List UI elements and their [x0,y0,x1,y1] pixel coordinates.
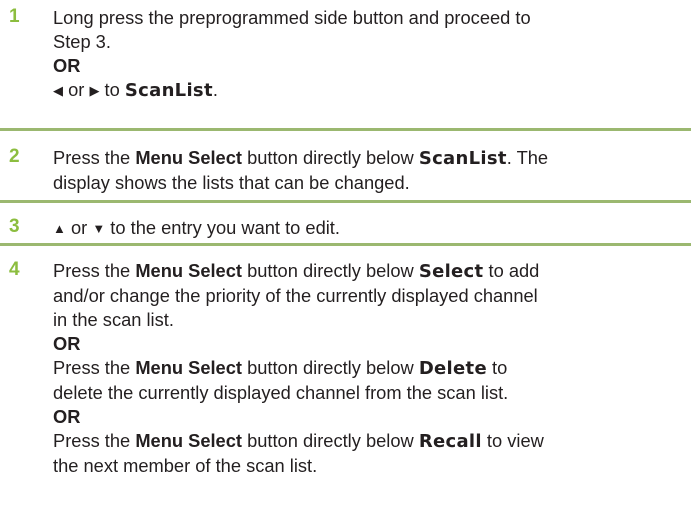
menu-select-label: Menu Select [135,357,242,378]
text: to view [481,430,544,451]
text-line: and/or change the priority of the curren… [53,285,538,306]
text: Press the [53,260,136,281]
step-text: Press the Menu Select button directly be… [53,146,683,195]
text-line: Press the Menu Select button directly be… [53,146,683,171]
text-line: delete the currently displayed channel f… [53,382,509,403]
text: Press the [53,147,136,168]
step-number: 4 [9,259,20,280]
step-text: ▲ or ▼ to the entry you want to edit. [53,216,683,241]
text: Press the [53,357,136,378]
text-line: Step 3. [53,31,111,52]
nav-line: ◀ or ▶ to ScanList. [53,78,683,103]
triangle-right-icon: ▶ [89,83,100,98]
to-word: to [104,79,120,100]
text: to the entry you want to edit. [110,217,340,238]
display-text: Select [418,261,484,282]
display-text: Delete [418,358,487,379]
text: button directly below [241,147,419,168]
divider [0,200,691,203]
text: button directly below [241,430,419,451]
text-line: display shows the lists that can be chan… [53,172,410,193]
text-line: Long press the preprogrammed side button… [53,7,531,28]
text-line: Press the Menu Select button directly be… [53,356,683,381]
text-line: the next member of the scan list. [53,455,318,476]
display-text: ScanList [418,148,507,169]
text-line: Press the Menu Select button directly be… [53,259,683,284]
or-word: or [68,79,85,100]
or-label: OR [53,406,81,427]
triangle-up-icon: ▲ [53,221,66,236]
step-number: 3 [9,216,20,237]
display-text: Recall [418,431,482,452]
step-text: Press the Menu Select button directly be… [53,259,683,478]
menu-select-label: Menu Select [135,430,242,451]
text: to add [483,260,540,281]
text: . The [506,147,549,168]
text-line: ▲ or ▼ to the entry you want to edit. [53,216,683,241]
text: button directly below [241,260,419,281]
text-line: Press the Menu Select button directly be… [53,429,683,454]
text: Press the [53,430,136,451]
punctuation: . [212,79,218,100]
or-label: OR [53,333,81,354]
text: to [486,357,508,378]
menu-select-label: Menu Select [135,147,242,168]
triangle-down-icon: ▼ [92,221,106,236]
or-word: or [70,217,88,238]
step-text: Long press the preprogrammed side button… [53,6,683,103]
step-number: 2 [9,146,20,167]
text: button directly below [241,357,419,378]
divider [0,128,691,131]
triangle-left-icon: ◀ [53,83,63,98]
or-label: OR [53,55,81,76]
menu-select-label: Menu Select [135,260,242,281]
step-number: 1 [9,6,20,27]
divider [0,243,691,246]
text-line: in the scan list. [53,309,174,330]
display-text: ScanList [124,80,213,101]
